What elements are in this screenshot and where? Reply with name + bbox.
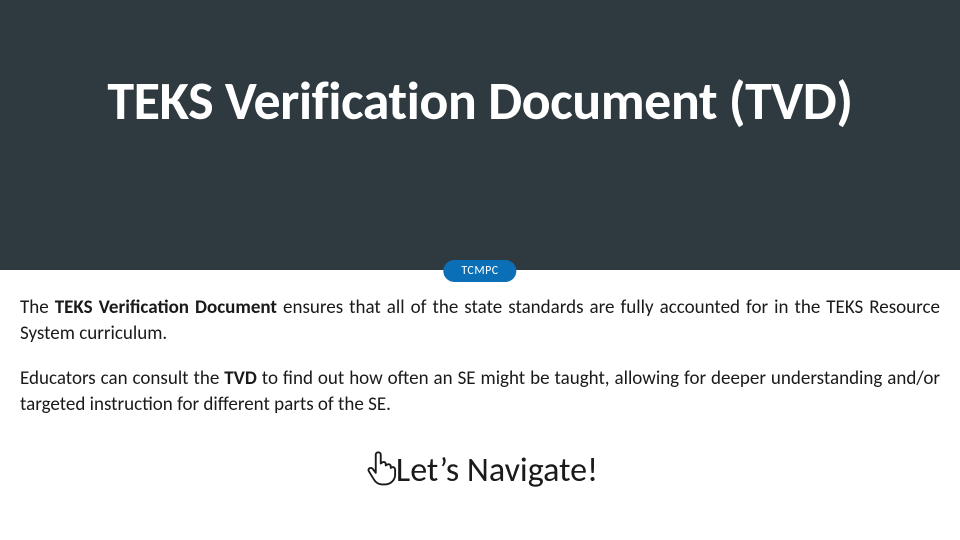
slide: TEKS Verification Document (TVD) TCMPC T… — [0, 0, 960, 540]
paragraph-1: The TEKS Verification Document ensures t… — [20, 295, 940, 346]
header-band: TEKS Verification Document (TVD) TCMPC — [0, 0, 960, 270]
paragraph-2: Educators can consult the TVD to find ou… — [20, 366, 940, 417]
body-content: The TEKS Verification Document ensures t… — [20, 295, 940, 496]
slide-title: TEKS Verification Document (TVD) — [0, 68, 960, 134]
header-pill: TCMPC — [443, 260, 516, 282]
navigate-cta[interactable]: Let’s Navigate! — [20, 446, 940, 496]
para2-prefix: Educators can consult the — [20, 367, 224, 390]
para1-prefix: The — [20, 296, 55, 319]
navigate-label: Let’s Navigate! — [396, 450, 598, 491]
para2-bold: TVD — [224, 367, 257, 390]
para1-bold: TEKS Verification Document — [55, 296, 277, 319]
